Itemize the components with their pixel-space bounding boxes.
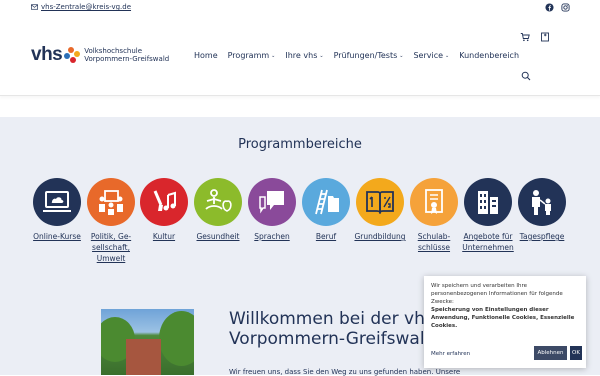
category-label: Politik, Ge- sellschaft, Umwelt	[90, 232, 132, 263]
category-label: Kultur	[152, 232, 176, 241]
logo-sub-line1: Volkshochschule	[84, 47, 143, 55]
category-label: Online-Kurse	[33, 232, 81, 241]
welcome-building-photo	[101, 309, 194, 375]
nav-service[interactable]: Service ⌄	[408, 51, 454, 60]
nav-label: Home	[194, 51, 218, 60]
chevron-down-icon: ⌄	[319, 52, 324, 59]
category-unternehmen[interactable]: Angebote für Unternehmen	[458, 178, 518, 253]
category-online-kurse[interactable]: Online-Kurse	[27, 178, 87, 242]
facebook-icon[interactable]	[545, 3, 554, 12]
chevron-down-icon: ⌄	[271, 52, 276, 59]
mail-icon	[31, 4, 38, 10]
ladder-folder-icon	[302, 178, 350, 226]
welcome-title: Willkommen bei der vhs Vorpommern-Greifs…	[229, 309, 435, 349]
nav-pruefungen[interactable]: Prüfungen/Tests ⌄	[329, 51, 409, 60]
category-label: Tagespflege	[519, 232, 565, 241]
category-label: Sprachen	[254, 232, 290, 241]
category-beruf[interactable]: Beruf	[296, 178, 356, 242]
welcome-title-line2: Vorpommern-Greifswald	[229, 329, 436, 349]
speech-bubble-icon	[248, 178, 296, 226]
open-book-icon	[356, 178, 404, 226]
nav-label: Service	[413, 51, 444, 60]
category-gesundheit[interactable]: Gesundheit	[188, 178, 248, 242]
logo-sub-line2: Vorpommern-Greifswald	[84, 55, 170, 63]
cookie-text: Wir speichern und verarbeiten Ihre perso…	[431, 283, 563, 305]
childcare-icon	[518, 178, 566, 226]
section-title: Programmbereiche	[238, 137, 362, 152]
category-label: Beruf	[315, 232, 337, 241]
search-icon[interactable]	[521, 71, 531, 81]
instagram-icon[interactable]	[561, 3, 570, 12]
nav-label: Prüfungen/Tests	[333, 51, 398, 60]
chevron-down-icon: ⌄	[445, 52, 450, 59]
email-link[interactable]: vhs-Zentrale@kreis-vg.de	[31, 3, 131, 11]
certificate-icon	[410, 178, 458, 226]
chevron-down-icon: ⌄	[399, 52, 404, 59]
category-label: Grundbildung	[354, 232, 406, 241]
vhs-logo[interactable]: vhs Volkshochschule Vorpommern-Greifswal…	[31, 44, 169, 66]
logo-dots-icon	[64, 47, 81, 63]
category-kultur[interactable]: Kultur	[134, 178, 194, 242]
logo-subtitle: Volkshochschule Vorpommern-Greifswald	[84, 47, 169, 63]
top-bar: vhs-Zentrale@kreis-vg.de	[0, 0, 600, 16]
cookie-purposes: Speicherung von Einstellungen dieser Anw…	[431, 307, 575, 329]
bookmark-icon[interactable]	[540, 32, 550, 42]
category-sprachen[interactable]: Sprachen	[242, 178, 302, 242]
email-text: vhs-Zentrale@kreis-vg.de	[41, 3, 132, 11]
nav-kundenbereich[interactable]: Kundenbereich	[454, 51, 524, 60]
nav-label: Ihre vhs	[285, 51, 318, 60]
building-icon	[464, 178, 512, 226]
nav-ihre-vhs[interactable]: Ihre vhs ⌄	[280, 51, 328, 60]
nav-programm[interactable]: Programm ⌄	[223, 51, 281, 60]
category-label: Angebote für Unternehmen	[462, 232, 514, 252]
cookie-consent-dialog: Wir speichern und verarbeiten Ihre perso…	[424, 276, 586, 368]
cart-icon[interactable]	[520, 32, 530, 42]
category-label: Schulab- schlüsse	[417, 232, 451, 252]
laptop-icon	[33, 178, 81, 226]
learn-more-link[interactable]: Mehr erfahren	[431, 350, 470, 358]
yoga-apple-icon	[194, 178, 242, 226]
category-grundbildung[interactable]: Grundbildung	[350, 178, 410, 242]
nav-label: Programm	[227, 51, 270, 60]
category-politik[interactable]: Politik, Ge- sellschaft, Umwelt	[81, 178, 141, 264]
nav-home[interactable]: Home	[189, 51, 223, 60]
ok-button[interactable]: OK	[570, 346, 582, 360]
category-label: Gesundheit	[196, 232, 240, 241]
logo-text: vhs	[31, 44, 63, 65]
main-nav: Home Programm ⌄ Ihre vhs ⌄ Prüfungen/Tests…	[189, 51, 524, 60]
welcome-title-line1: Willkommen bei der vhs	[229, 309, 434, 329]
category-tagespflege[interactable]: Tagespflege	[512, 178, 572, 242]
people-board-icon	[87, 178, 135, 226]
decline-button[interactable]: Ablehnen	[534, 346, 567, 360]
music-brush-icon	[140, 178, 188, 226]
category-schulabschluesse[interactable]: Schulab- schlüsse	[404, 178, 464, 253]
nav-label: Kundenbereich	[459, 51, 520, 60]
